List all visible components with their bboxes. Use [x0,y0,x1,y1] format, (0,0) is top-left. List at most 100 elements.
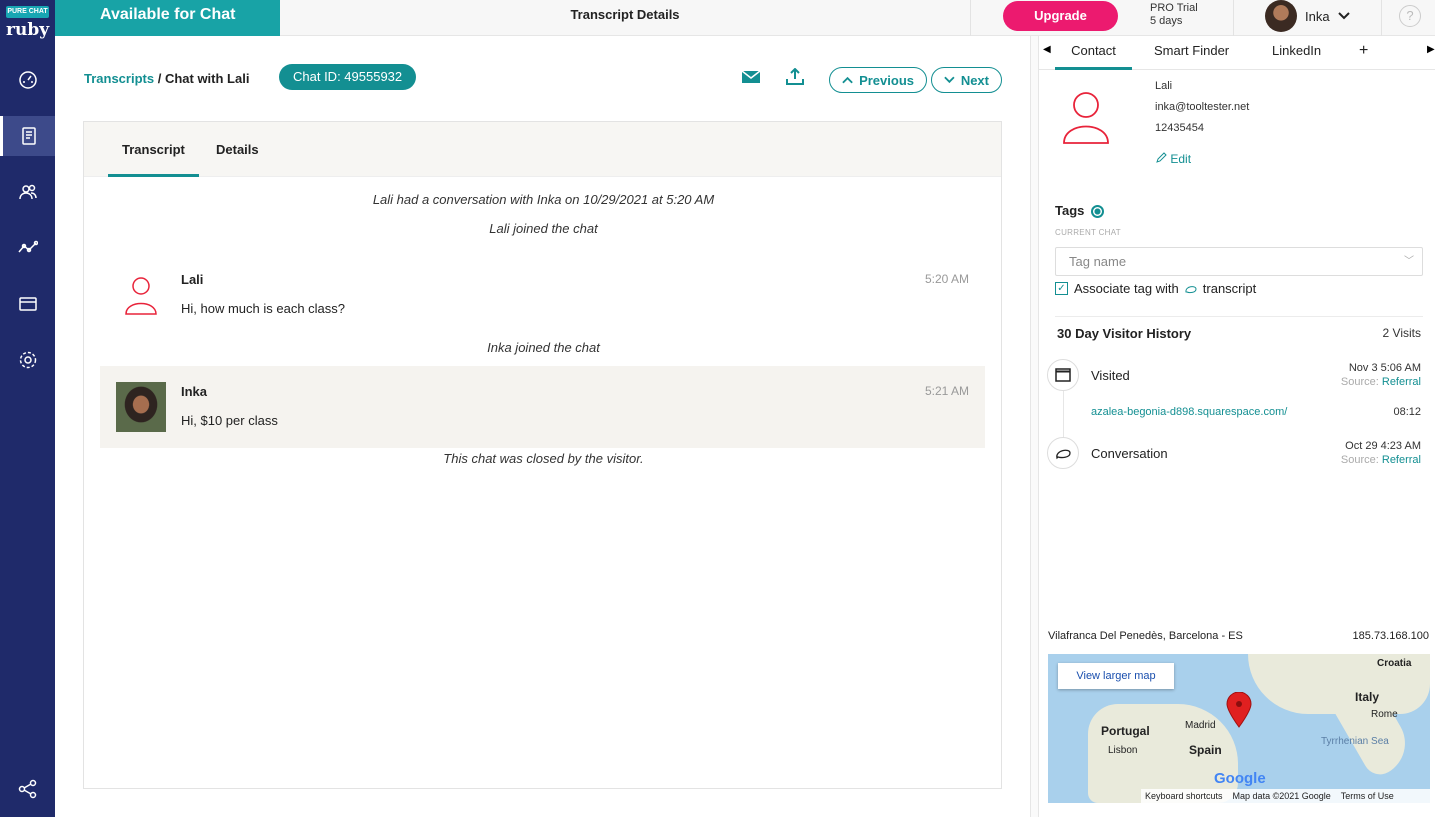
history-timeline-line [1063,391,1064,439]
next-button[interactable]: Next [931,67,1002,93]
top-bar: Available for Chat Transcript Details Up… [55,0,1435,36]
upgrade-button[interactable]: Upgrade [1003,1,1118,31]
tag-name-input[interactable]: Tag name ﹀ [1055,247,1423,276]
nav-settings[interactable] [0,340,55,380]
tab-transcript[interactable]: Transcript [108,122,199,177]
nav-contacts[interactable] [0,172,55,212]
location-map[interactable]: View larger map Croatia Italy Rome Portu… [1048,654,1430,803]
breadcrumb-separator: / [154,71,165,86]
chat-bubble-icon [1056,449,1071,459]
left-sidebar: PURE CHAT ruby [0,0,55,817]
panel-resize-handle[interactable] [1030,36,1039,817]
google-logo: Google [1214,770,1266,787]
map-label: Portugal [1101,724,1150,738]
tags-subtitle: CURRENT CHAT [1055,228,1121,237]
user-name: Inka [1305,8,1330,24]
map-label: Croatia [1377,658,1412,669]
tab-details[interactable]: Details [216,122,259,177]
history-item-date: Oct 29 4:23 AM Source: Referral [1341,439,1421,467]
topbar-divider [1381,0,1382,36]
source-label: Source: [1340,376,1379,388]
visited-page-link[interactable]: azalea-begonia-d898.squarespace.com/ [1091,406,1287,418]
associate-tag-suffix: transcript [1202,281,1257,296]
visitor-history-title: 30 Day Visitor History [1057,326,1192,341]
download-icon [786,67,804,85]
edit-contact-button[interactable]: Edit [1156,152,1191,166]
nav-integrations[interactable] [0,769,55,809]
topbar-divider [970,0,971,36]
visited-page-time: 08:12 [1393,406,1421,418]
email-transcript-button[interactable] [741,68,763,88]
export-transcript-button[interactable] [785,67,807,88]
associate-tag-checkbox[interactable]: ✓ [1055,282,1068,295]
map-label: Spain [1189,743,1222,757]
message-sender: Inka [181,384,208,399]
contact-email: inka@tooltester.net [1155,101,1250,113]
previous-label: Previous [859,72,914,88]
map-footer: Keyboard shortcuts Map data ©2021 Google… [1141,789,1430,803]
history-item-icon [1047,437,1079,469]
tabs-scroll-right-icon[interactable]: ▶ [1427,44,1435,55]
tabs-scroll-left-icon[interactable]: ◀ [1043,44,1051,55]
visitor-avatar-icon [125,277,157,315]
visitor-history-count: 2 Visits [1382,326,1421,340]
event-chat-closed: This chat was closed by the visitor. [443,451,644,466]
tab-linkedin[interactable]: LinkedIn [1272,36,1321,70]
nav-transcripts[interactable] [0,116,55,156]
nav-analytics[interactable] [0,228,55,268]
help-icon[interactable]: ? [1399,5,1421,27]
trial-days: 5 days [1150,15,1183,27]
contact-avatar-icon [1063,92,1109,144]
associate-tag-option[interactable]: ✓ Associate tag with transcript [1055,281,1256,296]
envelope-icon [741,70,761,83]
trial-info: PRO Trial 5 days [1150,2,1198,28]
tab-contact[interactable]: Contact [1055,36,1132,70]
visitor-ip: 185.73.168.100 [1352,630,1429,642]
history-item-label: Conversation [1091,446,1168,461]
user-avatar [1265,0,1297,32]
history-item-icon [1047,359,1079,391]
source-referral-link[interactable]: Referral [1382,454,1421,466]
integrations-icon [18,779,36,799]
map-label: Italy [1355,690,1380,704]
terms-of-use-link[interactable]: Terms of Use [1341,791,1394,801]
availability-status-button[interactable]: Available for Chat [55,0,280,36]
previous-button[interactable]: Previous [829,67,927,93]
message-time: 5:21 AM [924,384,969,398]
breadcrumb-transcripts-link[interactable]: Transcripts [84,71,154,86]
history-item-label: Visited [1091,368,1130,383]
chevron-down-icon [1337,12,1350,20]
transcript-tabs: Transcript Details [84,122,1001,177]
history-item-date: Nov 3 5:06 AM Source: Referral [1341,361,1421,389]
tags-info-icon[interactable] [1091,205,1104,218]
logo-mini-label: PURE CHAT [6,6,49,18]
map-label: Rome [1371,709,1398,720]
tags-title: Tags [1055,203,1085,218]
source-referral-link[interactable]: Referral [1382,376,1421,388]
tab-smart-finder[interactable]: Smart Finder [1154,36,1229,70]
user-menu[interactable]: Inka [1265,0,1350,32]
chat-id-badge: Chat ID: 49555932 [279,64,417,90]
contacts-icon [18,184,37,200]
chevron-down-icon [944,76,955,84]
edit-label: Edit [1170,152,1192,166]
analytics-icon [17,240,38,253]
nav-widgets[interactable] [0,284,55,324]
view-larger-map-button[interactable]: View larger map [1058,663,1174,689]
chevron-up-icon [842,76,853,84]
contact-phone: 12435454 [1155,122,1204,134]
chevron-down-icon: ﹀ [1404,256,1414,267]
pure-chat-logo: PURE CHAT ruby [6,6,49,42]
pencil-icon [1156,152,1167,163]
keyboard-shortcuts-link[interactable]: Keyboard shortcuts [1145,791,1223,801]
event-lali-joined: Lali joined the chat [489,221,598,236]
widgets-icon [18,297,37,311]
map-label: Tyrrhenian Sea [1321,736,1389,747]
breadcrumb-current: Chat with Lali [164,71,250,86]
conversation-summary: Lali had a conversation with Inka on 10/… [372,192,715,207]
nav-dashboard[interactable] [0,60,55,100]
add-tab-button[interactable]: + [1359,36,1368,70]
chat-message: Lali Hi, how much is each class? 5:20 AM [100,254,985,336]
browser-window-icon [1055,368,1071,382]
breadcrumb: Transcripts / Chat with Lali [84,71,249,86]
